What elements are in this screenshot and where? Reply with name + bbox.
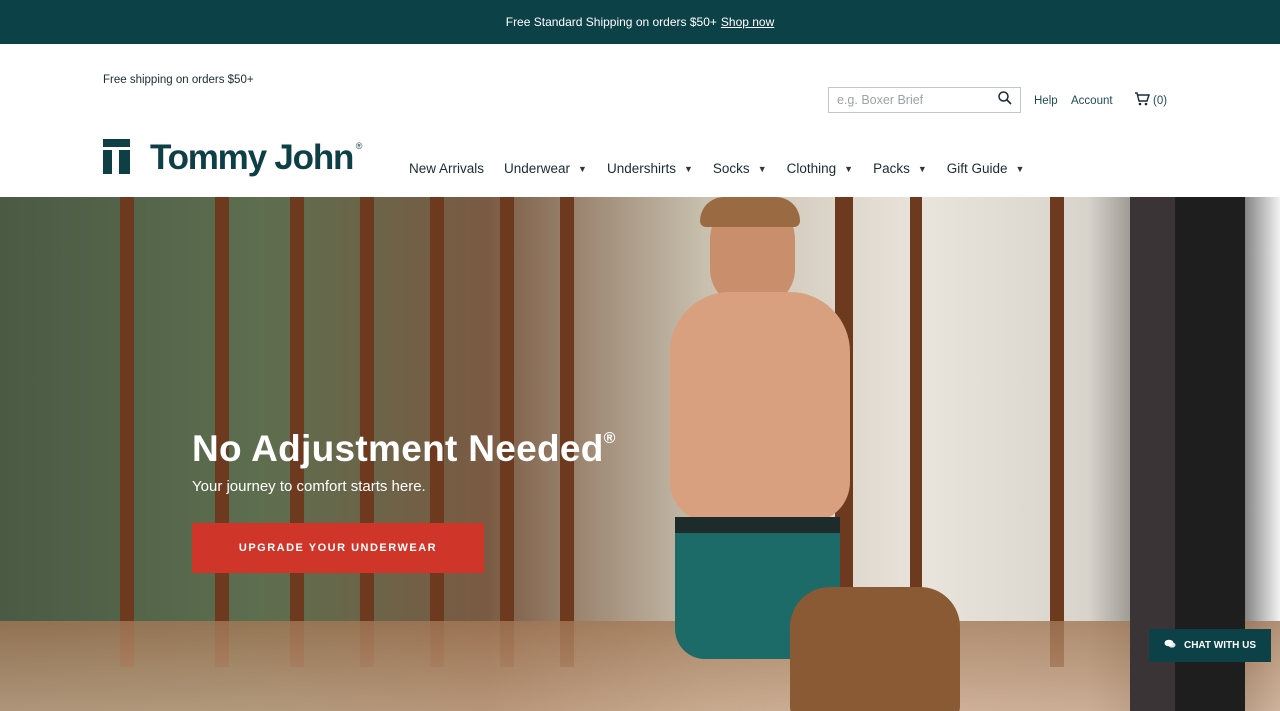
- logo-mark-icon: [103, 139, 130, 175]
- chat-with-us-button[interactable]: CHAT WITH US: [1149, 629, 1271, 662]
- promo-bar: Free Standard Shipping on orders $50+ Sh…: [0, 0, 1280, 44]
- nav-item-new-arrivals[interactable]: New Arrivals: [409, 161, 484, 176]
- nav-item-gift-guide[interactable]: Gift Guide ▼: [947, 161, 1025, 176]
- hero-model-image: [640, 197, 960, 711]
- account-link[interactable]: Account: [1071, 95, 1113, 107]
- search-input[interactable]: [837, 93, 998, 107]
- chevron-down-icon: ▼: [684, 163, 693, 174]
- shop-now-link[interactable]: Shop now: [721, 15, 774, 29]
- nav-item-underwear[interactable]: Underwear ▼: [504, 161, 587, 176]
- nav-item-undershirts[interactable]: Undershirts ▼: [607, 161, 693, 176]
- chat-bubble-icon: [1164, 639, 1176, 652]
- nav-item-clothing[interactable]: Clothing ▼: [787, 161, 853, 176]
- chevron-down-icon: ▼: [757, 163, 767, 174]
- shipping-note: Free shipping on orders $50+: [103, 74, 254, 86]
- search-icon[interactable]: [998, 90, 1012, 110]
- duffel-bag: [790, 587, 960, 711]
- search-box[interactable]: [828, 87, 1021, 113]
- chevron-down-icon: ▼: [1015, 163, 1025, 174]
- nav-item-socks[interactable]: Socks ▼: [713, 161, 767, 176]
- nav-item-packs[interactable]: Packs ▼: [873, 161, 927, 176]
- logo-text: Tommy John ®: [150, 137, 363, 177]
- cart-count: (0): [1153, 94, 1168, 107]
- chevron-down-icon: ▼: [578, 163, 587, 174]
- chevron-down-icon: ▼: [917, 163, 927, 174]
- promo-text: Free Standard Shipping on orders $50+: [505, 15, 717, 29]
- hero-title: No Adjustment Needed®: [192, 428, 616, 469]
- chevron-down-icon: ▼: [844, 163, 854, 174]
- cart-button[interactable]: (0): [1134, 92, 1167, 109]
- cart-icon: [1134, 92, 1150, 109]
- help-link[interactable]: Help: [1034, 95, 1058, 107]
- main-nav: New Arrivals Underwear ▼ Undershirts ▼ S…: [409, 161, 1044, 176]
- tommy-john-logo[interactable]: Tommy John ®: [103, 137, 363, 177]
- hero-subtitle: Your journey to comfort starts here.: [192, 478, 426, 495]
- upgrade-underwear-button[interactable]: UPGRADE YOUR UNDERWEAR: [192, 523, 484, 573]
- site-header: Free shipping on orders $50+ Help Accoun…: [0, 44, 1280, 197]
